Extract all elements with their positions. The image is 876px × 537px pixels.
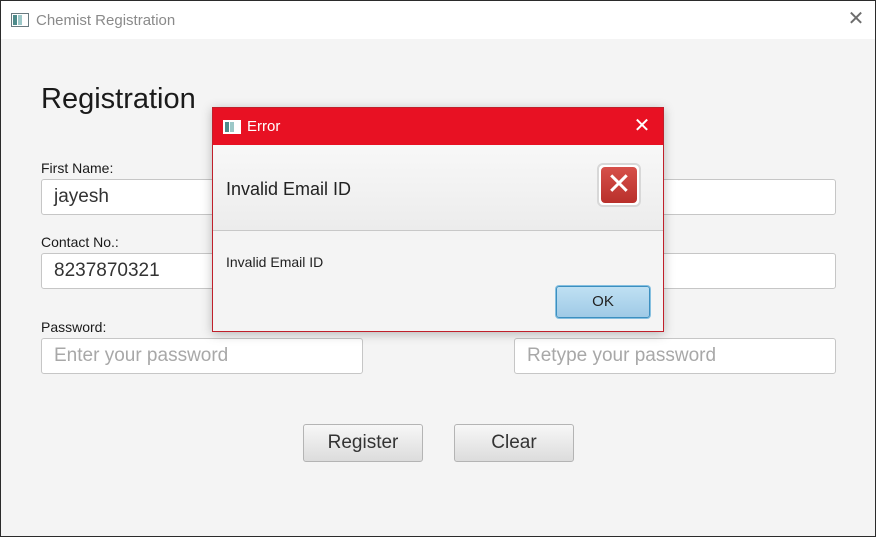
register-button[interactable]: Register [303, 424, 423, 462]
dialog-header: Invalid Email ID ✕ [213, 145, 663, 231]
window-title: Chemist Registration [36, 12, 176, 29]
ok-button[interactable]: OK [556, 286, 650, 318]
dialog-close-icon[interactable]: ✕ [632, 116, 652, 136]
error-icon: ✕ [597, 163, 641, 207]
window-titlebar[interactable]: Chemist Registration ✕ [1, 1, 875, 39]
error-dialog: Error ✕ Invalid Email ID ✕ Invalid Email… [212, 107, 664, 332]
first-name-label: First Name: [41, 160, 114, 176]
dialog-title: Error [247, 118, 281, 135]
dialog-app-icon [223, 120, 241, 134]
window-close-icon[interactable]: ✕ [846, 9, 866, 29]
password-label: Password: [41, 319, 107, 335]
password-input[interactable]: Enter your password [41, 338, 363, 374]
page-title: Registration [41, 83, 196, 115]
dialog-header-text: Invalid Email ID [226, 179, 352, 199]
retype-password-input[interactable]: Retype your password [514, 338, 836, 374]
dialog-message: Invalid Email ID [226, 254, 324, 270]
contact-label: Contact No.: [41, 234, 119, 250]
dialog-titlebar[interactable]: Error ✕ [213, 108, 663, 145]
clear-button[interactable]: Clear [454, 424, 574, 462]
app-icon [11, 13, 29, 27]
